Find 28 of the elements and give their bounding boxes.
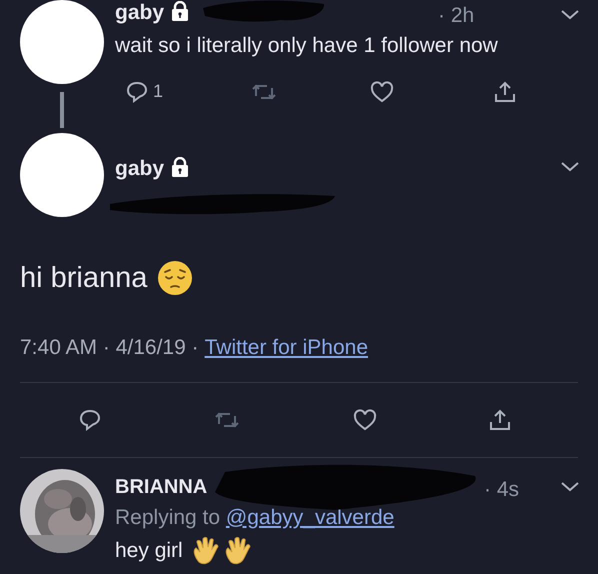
heart-button[interactable] xyxy=(353,408,377,432)
reply-icon xyxy=(78,408,102,432)
chevron-down-icon[interactable] xyxy=(560,160,580,173)
heart-button[interactable] xyxy=(370,80,394,104)
heart-icon xyxy=(370,80,394,104)
share-icon xyxy=(493,80,518,104)
user-name: gaby xyxy=(115,157,164,180)
reply-button[interactable]: 1 xyxy=(125,78,164,105)
tweet-time: · 2h xyxy=(438,3,474,29)
chevron-down-icon[interactable] xyxy=(560,480,580,492)
replying-label: Replying to xyxy=(115,506,220,528)
user-name: BRIANNA xyxy=(115,476,208,498)
share-icon xyxy=(488,408,512,432)
tweet-time: · 4s xyxy=(484,476,520,502)
chevron-down-icon[interactable] xyxy=(560,8,580,21)
mention-link[interactable]: @gabyy_valverde xyxy=(226,506,394,528)
reply-icon xyxy=(125,80,149,104)
heart-icon xyxy=(353,408,377,432)
source-link[interactable]: Twitter for iPhone xyxy=(204,332,368,364)
pensive-emoji-icon xyxy=(157,260,194,296)
reply-button[interactable] xyxy=(78,408,102,432)
tweet-text: hi brianna xyxy=(20,261,148,296)
share-button[interactable] xyxy=(493,80,518,104)
tweet-text: wait so i literally only have 1 follower now xyxy=(115,33,499,59)
share-button[interactable] xyxy=(488,408,512,432)
tweet-text: hey girl xyxy=(115,538,183,564)
tweet-timestamp: 7:40 AM · 4/16/19 · xyxy=(20,335,199,361)
user-name: gaby xyxy=(115,1,164,24)
